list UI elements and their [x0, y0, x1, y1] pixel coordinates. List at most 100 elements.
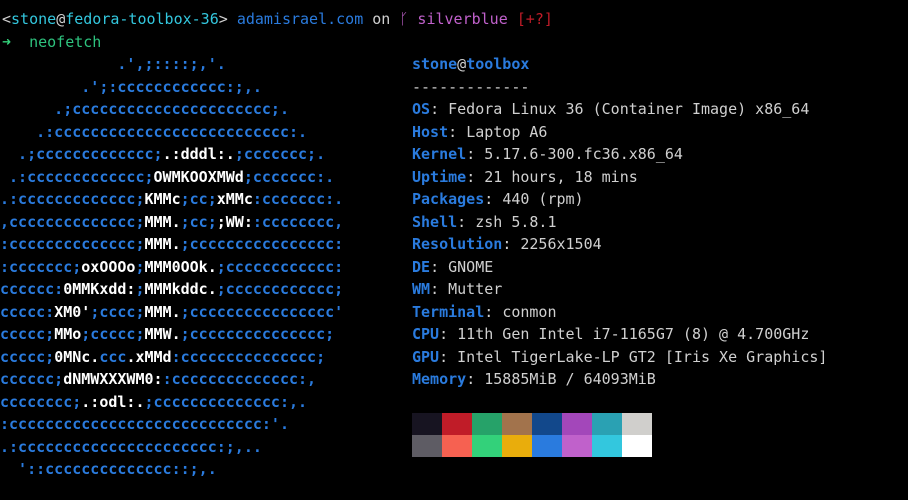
fedora-ascii-logo: .',;::::;,'. .';:cccccccccccc:;,. .;cccc…	[0, 53, 400, 481]
palette-swatch	[412, 413, 442, 435]
command-line: ➜ neofetch	[2, 31, 101, 53]
logo-segment: ;WW:	[216, 212, 253, 231]
prompt-path: adamisrael.com	[236, 10, 364, 28]
info-row: Memory: 15885MiB / 64093MiB	[412, 370, 656, 388]
logo-segment: :cccccccccccccc;	[0, 235, 145, 253]
info-header: stone@toolbox	[412, 53, 827, 76]
logo-segment: OWMKOOXMWd	[153, 167, 244, 186]
prompt-arrow: >	[218, 10, 228, 28]
logo-segment: .:ccccccccccccc;	[0, 190, 145, 208]
prompt-user: stone	[11, 10, 57, 28]
prompt-on: on	[372, 10, 391, 28]
logo-segment: ccccc:	[0, 302, 55, 321]
info-key: Kernel	[412, 145, 467, 163]
logo-segment: :ccccccc:.	[252, 190, 344, 208]
logo-segment: .;ccccccccccccc;	[0, 145, 163, 163]
logo-segment: '::cccccccccccccc::;,.	[0, 460, 217, 478]
info-key: Shell	[412, 212, 458, 231]
info-value: Laptop A6	[466, 122, 548, 141]
info-separator: -------------	[412, 77, 530, 96]
palette-swatch	[592, 413, 622, 435]
info-value: Intel TigerLake-LP GT2 [Iris Xe Graphics…	[457, 347, 828, 366]
info-row: Host: Laptop A6	[412, 122, 548, 141]
command-arrow-icon: ➜	[2, 33, 12, 51]
logo-segment: .:cccccccccccccccccccccc:;,..	[0, 437, 262, 456]
info-value: Fedora Linux 36 (Container Image) x86_64	[448, 100, 810, 118]
logo-line: cccccc;dNMWXXXWM0::cccccccccccccc:,	[0, 368, 400, 391]
logo-segment: cccccccc;	[0, 392, 82, 411]
prompt-host: fedora-toolbox-36	[65, 10, 219, 28]
logo-line: ,cccccccccccccc;MMM.;cc;;WW::cccccccc,	[0, 211, 400, 234]
logo-segment: ;cccc;	[90, 302, 145, 321]
logo-segment: MMM.	[144, 212, 181, 231]
logo-segment: .:odl:.	[81, 392, 145, 411]
logo-segment: 0MNc.	[54, 347, 100, 366]
logo-segment: ;cc;	[180, 190, 217, 208]
info-row: DE: GNOME	[412, 257, 494, 276]
palette-swatch	[472, 413, 502, 435]
logo-line: :cccccccccccccc;MMM.;cccccccccccccccc:	[0, 233, 400, 256]
logo-segment: .:cccccccccccccccccccccccccc:.	[0, 122, 308, 141]
info-value: conmon	[502, 302, 557, 321]
info-key: Host	[412, 122, 449, 141]
logo-segment: .xMMd	[126, 347, 172, 366]
logo-segment: cccccc:	[0, 280, 64, 298]
info-key: Uptime	[412, 167, 467, 186]
logo-segment: MMo	[54, 325, 82, 343]
info-value: 5.17.6-300.fc36.x86_64	[484, 145, 683, 163]
palette-swatch	[592, 435, 622, 457]
info-key: OS	[412, 100, 431, 118]
logo-segment: 0MMKxdd:	[63, 280, 136, 298]
logo-line: .',;::::;,'.	[0, 53, 400, 76]
palette-swatch	[442, 435, 472, 457]
palette-swatch	[472, 435, 502, 457]
logo-segment: :ccccccccccccccc;	[171, 347, 326, 366]
palette-swatch	[562, 435, 592, 457]
prompt-branch: silverblue	[417, 10, 508, 28]
palette-swatch	[502, 413, 532, 435]
info-value: GNOME	[448, 257, 494, 276]
palette-row-normal	[412, 413, 652, 435]
info-value: 15885MiB / 64093MiB	[484, 370, 656, 388]
logo-segment: .:ccccccccccccc;	[0, 167, 154, 186]
palette-swatch	[412, 435, 442, 457]
logo-segment: .',;::::;,'.	[0, 55, 226, 73]
logo-line: .;cccccccccccccccccccccc;.	[0, 98, 400, 121]
logo-segment: .;cccccccccccccccccccccc;.	[0, 100, 289, 118]
logo-segment: MMM0OOk.	[144, 257, 217, 276]
logo-segment: ;cccccccccccc;	[216, 280, 344, 298]
logo-segment: :cccccccccccccccccccccccccccc:'.	[0, 415, 289, 433]
logo-line: :cccccccccccccccccccccccccccc:'.	[0, 413, 400, 436]
info-row: Resolution: 2256x1504	[412, 235, 602, 253]
logo-segment: ccccc;	[0, 325, 55, 343]
info-row: Packages: 440 (rpm)	[412, 190, 584, 208]
palette-swatch	[562, 413, 592, 435]
logo-segment: ,cccccccccccccc;	[0, 212, 145, 231]
logo-segment: ;ccccccc:.	[243, 167, 335, 186]
info-key: Resolution	[412, 235, 503, 253]
palette-swatch	[622, 413, 652, 435]
info-value: 440 (rpm)	[502, 190, 584, 208]
logo-segment: MMW.	[144, 325, 181, 343]
logo-segment: ;cccccccccccc:	[216, 257, 344, 276]
logo-segment: ;ccccc;	[81, 325, 145, 343]
info-key: Packages	[412, 190, 485, 208]
logo-segment: MMMkddc.	[144, 280, 217, 298]
info-rows: OS: Fedora Linux 36 (Container Image) x8…	[412, 98, 827, 391]
logo-segment: ;cccccccccccccc:,.	[144, 392, 308, 411]
info-row: WM: Mutter	[412, 280, 503, 298]
info-value: zsh 5.8.1	[475, 212, 557, 231]
logo-segment: KMMc	[144, 190, 181, 208]
logo-segment: xMMc	[216, 190, 253, 208]
info-row: Kernel: 5.17.6-300.fc36.x86_64	[412, 145, 683, 163]
logo-segment: :cccccccc,	[252, 212, 344, 231]
shell-prompt: <stone@fedora-toolbox-36> adamisrael.com…	[2, 10, 553, 28]
system-info: stone@toolbox ------------- OS: Fedora L…	[412, 53, 827, 391]
prompt-at: @	[56, 10, 66, 28]
logo-line: :ccccccc;oxOOOo;MMM0OOk.;cccccccccccc:	[0, 256, 400, 279]
logo-segment: ccc	[99, 347, 127, 366]
info-row: Terminal: conmon	[412, 302, 557, 321]
info-header-host: toolbox	[466, 55, 530, 73]
logo-segment: dNMWXXXWM0:	[63, 370, 163, 388]
palette-row-bright	[412, 435, 652, 457]
